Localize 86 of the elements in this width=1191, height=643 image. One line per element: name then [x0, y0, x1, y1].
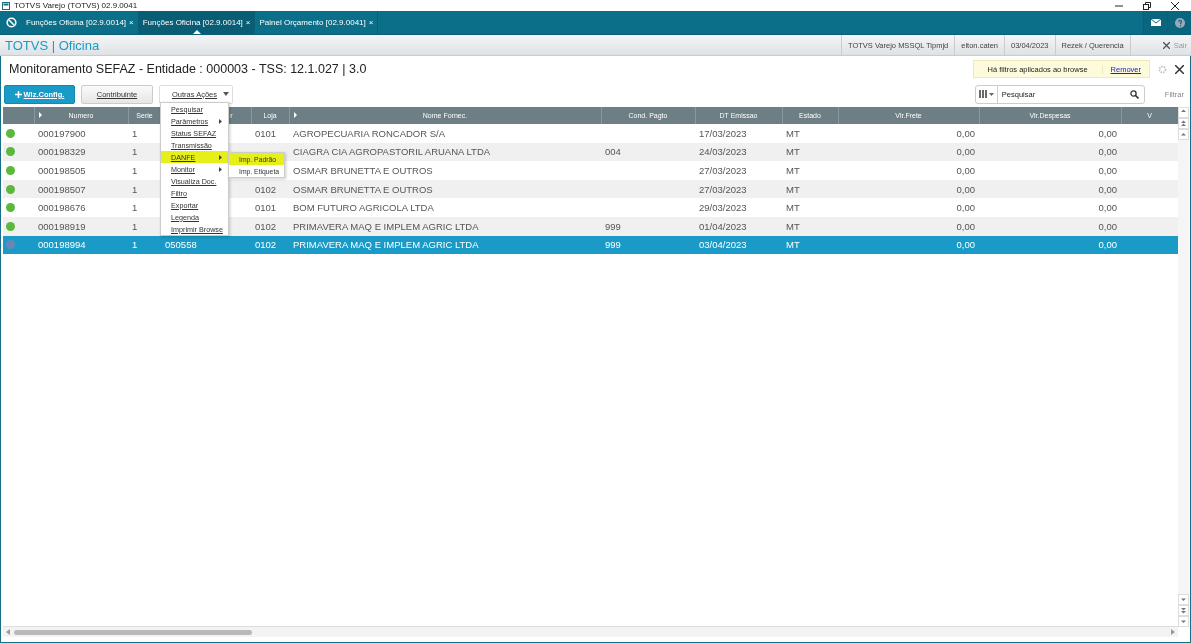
table-cell: 000198507	[38, 183, 86, 195]
table-cell: 0,00	[1098, 165, 1117, 176]
window-title: TOTVS Varejo (TOTVS) 02.9.0041	[14, 1, 138, 10]
table-cell: 29/03/2023	[699, 202, 747, 214]
scroll-top-icon[interactable]	[1178, 107, 1189, 118]
table-cell: 1	[132, 183, 138, 195]
table-cell: 03/04/2023	[699, 239, 747, 251]
help-icon[interactable]	[1174, 17, 1185, 28]
table-cell: PRIMAVERA MAQ E IMPLEM AGRIC LTDA	[293, 220, 479, 232]
table-cell: 1	[132, 220, 138, 232]
table-cell: 0102	[255, 239, 277, 251]
table-cell: MT	[786, 220, 800, 232]
table-cell: 0,00	[956, 127, 975, 139]
mail-icon[interactable]	[1150, 19, 1161, 26]
table-cell: 999	[605, 220, 621, 232]
table-cell: 01/04/2023	[699, 220, 747, 232]
page-down-icon[interactable]	[1178, 605, 1189, 616]
table-cell: 0101	[255, 127, 277, 139]
table-cell: 000198329	[38, 146, 86, 158]
table-cell: 1	[132, 202, 138, 214]
scroll-right-icon[interactable]	[1171, 629, 1175, 635]
search-icon[interactable]	[1129, 89, 1139, 99]
table-cell: 000198676	[38, 202, 86, 214]
table-cell: 1	[132, 165, 138, 176]
table-cell: 0,00	[956, 183, 975, 195]
table-cell: PRIMAVERA MAQ E IMPLEM AGRIC LTDA	[293, 239, 479, 251]
close-icon	[1162, 41, 1170, 49]
table-cell: 1	[132, 127, 138, 139]
close-tab-icon[interactable]: ×	[245, 18, 251, 27]
table-cell: 0,00	[956, 239, 975, 251]
app-title: TOTVS | Oficina	[4, 37, 100, 53]
table-cell: 1	[132, 146, 138, 158]
table-cell: MT	[786, 146, 800, 158]
columns-icon[interactable]	[978, 90, 994, 98]
close-tab-icon[interactable]: ×	[129, 18, 134, 27]
table-cell: 0101	[255, 202, 277, 214]
plus-icon	[14, 90, 22, 98]
page-title: Monitoramento SEFAZ - Entidade : 000003 - TSS: 12.1.027 | 3.0	[9, 62, 367, 76]
page-up-icon[interactable]	[1178, 118, 1189, 129]
table-cell: 0,00	[1098, 183, 1117, 195]
table-cell: MT	[786, 202, 800, 214]
table-cell: OSMAR BRUNETTA E OUTROS	[293, 183, 433, 195]
table-cell: CIAGRA CIA AGROPASTORIL ARUANA LTDA	[293, 146, 491, 158]
scroll-down-icon[interactable]	[1178, 594, 1189, 605]
table-cell: 0,00	[1098, 127, 1117, 139]
table-cell: 999	[605, 239, 621, 251]
close-tab-icon[interactable]: ×	[368, 18, 374, 27]
scrollbar-thumb[interactable]	[14, 629, 252, 635]
restore-icon[interactable]	[1143, 1, 1151, 10]
caret-icon	[223, 92, 229, 96]
close-icon[interactable]	[1171, 1, 1179, 10]
scroll-up-icon[interactable]	[1178, 129, 1189, 140]
table-cell: 17/03/2023	[699, 127, 747, 139]
table-cell: 0,00	[956, 220, 975, 232]
table-cell: MT	[786, 183, 800, 195]
table-cell: 0,00	[956, 202, 975, 214]
table-cell: 0,00	[1098, 146, 1117, 158]
tab[interactable]: Funções Oficina [02.9.0014] ×	[138, 11, 256, 34]
table-cell: AGROPECUARIA RONCADOR S/A	[293, 127, 446, 139]
table-cell: MT	[786, 239, 800, 251]
tab[interactable]: Painel Orçamento [02.9.0041] ×	[255, 11, 379, 34]
table-cell: MT	[786, 165, 800, 176]
table-cell: 0,00	[1098, 239, 1117, 251]
table-cell: 0,00	[956, 165, 975, 176]
table-cell: 24/03/2023	[699, 146, 747, 158]
table-cell: 0,00	[1098, 220, 1117, 232]
table-cell: 0102	[255, 183, 277, 195]
table-cell: 27/03/2023	[699, 165, 747, 176]
table-cell: 050558	[165, 239, 197, 251]
close-icon[interactable]	[1175, 64, 1184, 74]
table-cell: 27/03/2023	[699, 183, 747, 195]
table-cell: OSMAR BRUNETTA E OUTROS	[293, 165, 433, 176]
table-cell: 000198505	[38, 165, 86, 176]
tab[interactable]: Funções Oficina [02.9.0014] ×	[22, 11, 139, 34]
table-cell: BOM FUTURO AGRICOLA LTDA	[293, 202, 434, 214]
table-cell: 000198919	[38, 220, 86, 232]
table-cell: 004	[605, 146, 621, 158]
table-cell: 000197900	[38, 127, 86, 139]
scroll-left-icon[interactable]	[6, 629, 10, 635]
table-cell: 000198994	[38, 239, 86, 251]
table-cell: 0,00	[956, 146, 975, 158]
table-cell: 1	[132, 239, 138, 251]
table-cell: MT	[786, 127, 800, 139]
table-cell: 0,00	[1098, 202, 1117, 214]
scroll-bottom-icon[interactable]	[1178, 616, 1189, 627]
table-cell: 0102	[255, 220, 277, 232]
